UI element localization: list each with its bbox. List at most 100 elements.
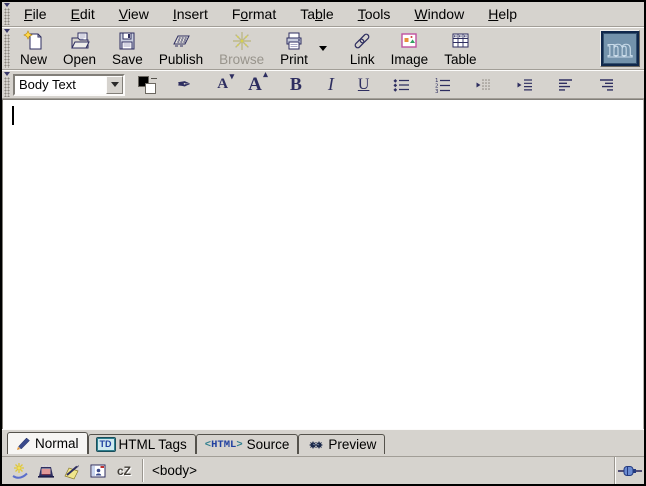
component-bar: cZ	[2, 457, 142, 484]
browse-icon	[231, 30, 253, 52]
tab-html-tags-label: HTML Tags	[119, 437, 187, 452]
publish-button-label: Publish	[159, 52, 203, 67]
browse-button-label: Browse	[219, 52, 264, 67]
publish-button[interactable]: Publish	[152, 29, 210, 68]
tab-preview-label: Preview	[328, 437, 376, 452]
indent-button[interactable]	[516, 77, 533, 93]
browse-button[interactable]: Browse	[212, 29, 271, 68]
decrease-font-button[interactable]: A▾	[217, 76, 228, 93]
menu-format[interactable]: Format	[220, 6, 288, 22]
menu-help[interactable]: Help	[476, 6, 529, 22]
tab-preview[interactable]: Preview	[298, 434, 385, 454]
outdent-icon	[475, 77, 492, 93]
table-icon	[449, 30, 471, 52]
arrow-up-icon: ▴	[263, 69, 268, 80]
new-page-icon	[23, 30, 45, 52]
mail-icon[interactable]	[36, 462, 56, 480]
format-toolbar: Body Text ✒ A▾ A▴ B I U	[2, 70, 644, 99]
formatbar-grippy[interactable]	[2, 71, 12, 98]
toolbar-grippy[interactable]	[2, 28, 12, 69]
bullet-list-icon	[393, 77, 410, 93]
bold-button[interactable]: B	[290, 74, 302, 95]
save-icon	[116, 30, 138, 52]
composer-icon[interactable]	[62, 462, 82, 480]
edit-mode-tabbar: Normal TD HTML Tags <HTML> Source Previe…	[2, 429, 644, 456]
online-status-button[interactable]	[614, 457, 644, 484]
table-button-label: Table	[444, 52, 476, 67]
print-icon	[283, 30, 305, 52]
background-color-swatch[interactable]	[145, 83, 156, 94]
menu-file[interactable]: File	[12, 6, 59, 22]
bullet-list-button[interactable]	[393, 77, 410, 93]
publish-icon	[170, 30, 192, 52]
increase-font-button[interactable]: A▴	[248, 74, 262, 96]
new-button[interactable]: New	[13, 29, 54, 68]
navigator-icon[interactable]	[10, 462, 30, 480]
align-right-icon	[598, 77, 615, 93]
link-icon	[351, 30, 373, 52]
indent-icon	[516, 77, 533, 93]
text-caret	[12, 106, 14, 125]
tab-html-tags[interactable]: TD HTML Tags	[88, 434, 196, 454]
new-button-label: New	[20, 52, 47, 67]
print-button-label: Print	[280, 52, 308, 67]
menu-insert[interactable]: Insert	[161, 6, 220, 22]
align-left-icon	[557, 77, 574, 93]
mozilla-logo[interactable]: m	[600, 30, 640, 67]
image-button[interactable]: Image	[384, 29, 436, 68]
status-bar: cZ <body>	[2, 456, 644, 484]
align-left-button[interactable]	[557, 77, 574, 93]
highlight-pen-icon[interactable]: ✒	[177, 75, 191, 95]
link-button[interactable]: Link	[343, 29, 382, 68]
image-icon	[398, 30, 420, 52]
print-button[interactable]: Print	[273, 29, 315, 68]
save-button-label: Save	[112, 52, 143, 67]
table-button[interactable]: Table	[437, 29, 483, 68]
numbered-list-icon: 123	[434, 77, 451, 93]
collapse-arrow-icon	[4, 29, 10, 33]
svg-text:m: m	[607, 34, 632, 63]
image-button-label: Image	[391, 52, 429, 67]
preview-icon	[307, 438, 324, 451]
outdent-button[interactable]	[475, 77, 492, 93]
main-toolbar: New Open	[2, 27, 644, 70]
save-button[interactable]: Save	[105, 29, 150, 68]
tab-source[interactable]: <HTML> Source	[196, 434, 299, 454]
composer-window: File Edit View Insert Format Table Tools…	[0, 0, 646, 486]
arrow-down-icon: ▾	[230, 71, 235, 82]
print-dropdown-arrow[interactable]	[316, 46, 330, 51]
align-right-button[interactable]	[598, 77, 615, 93]
td-tag-icon: TD	[97, 438, 115, 451]
italic-button[interactable]: I	[328, 74, 334, 95]
text-color-picker[interactable]	[137, 75, 161, 95]
collapse-arrow-icon	[4, 3, 10, 7]
tab-normal[interactable]: Normal	[7, 432, 88, 454]
editor-canvas[interactable]	[2, 99, 644, 429]
tab-normal-label: Normal	[35, 436, 79, 451]
pen-icon	[16, 437, 31, 451]
link-button-label: Link	[350, 52, 375, 67]
menu-table[interactable]: Table	[288, 6, 346, 22]
addressbook-icon[interactable]	[88, 462, 108, 480]
svg-text:3: 3	[435, 89, 439, 93]
online-plug-icon	[618, 464, 642, 478]
open-button-label: Open	[63, 52, 96, 67]
collapse-arrow-icon	[4, 72, 10, 76]
open-folder-icon	[69, 30, 91, 52]
html-source-icon: <HTML>	[205, 439, 243, 451]
chevron-down-icon[interactable]	[106, 76, 123, 94]
numbered-list-button[interactable]: 123	[434, 77, 451, 93]
underline-button[interactable]: U	[358, 76, 370, 94]
chatzilla-icon[interactable]: cZ	[114, 462, 134, 480]
tab-source-label: Source	[247, 437, 290, 452]
menu-window[interactable]: Window	[402, 6, 476, 22]
menu-tools[interactable]: Tools	[346, 6, 403, 22]
structure-toolbar-body-tag[interactable]: <body>	[152, 463, 197, 478]
paragraph-format-select[interactable]: Body Text	[13, 74, 125, 96]
menu-edit[interactable]: Edit	[59, 6, 107, 22]
paragraph-format-value: Body Text	[15, 77, 106, 92]
menubar-grippy[interactable]	[2, 2, 12, 26]
menu-bar: File Edit View Insert Format Table Tools…	[2, 2, 644, 27]
menu-view[interactable]: View	[107, 6, 161, 22]
open-button[interactable]: Open	[56, 29, 103, 68]
